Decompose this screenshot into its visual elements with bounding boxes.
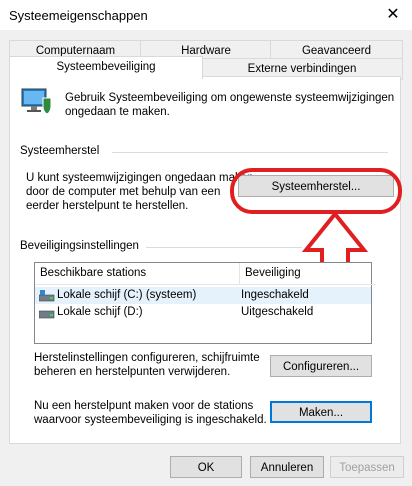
create-text-line2: waarvoor systeembeveiliging is ingeschak… bbox=[34, 414, 267, 426]
cancel-button[interactable]: Annuleren bbox=[250, 456, 324, 478]
protection-group-title: Beveiligingsinstellingen bbox=[20, 240, 139, 252]
table-row[interactable]: Lokale schijf (D:) Uitgeschakeld bbox=[35, 304, 371, 321]
tab-systeembeveiliging[interactable]: Systeembeveiliging bbox=[9, 56, 203, 79]
window-title: Systeemeigenschappen bbox=[9, 8, 148, 23]
column-header-protection[interactable]: Beveiliging bbox=[240, 263, 376, 285]
column-header-drives[interactable]: Beschikbare stations bbox=[35, 263, 240, 285]
restore-text-line2: door de computer met behulp van een bbox=[26, 186, 221, 198]
create-button[interactable]: Maken... bbox=[270, 401, 372, 423]
restore-group-title: Systeemherstel bbox=[20, 145, 100, 157]
restore-text-line3: eerder herstelpunt te herstellen. bbox=[26, 200, 189, 212]
drive-icon bbox=[39, 310, 55, 319]
intro-text-line1: Gebruik Systeembeveiliging om ongewenste… bbox=[65, 92, 395, 104]
close-icon[interactable]: ✕ bbox=[382, 4, 404, 26]
create-text-line1: Nu een herstelpunt maken voor de station… bbox=[34, 400, 254, 412]
protection-status: Ingeschakeld bbox=[241, 289, 309, 301]
system-drive-icon bbox=[39, 290, 55, 302]
system-protection-icon bbox=[21, 88, 52, 115]
drive-name: Lokale schijf (C:) (systeem) bbox=[57, 289, 197, 301]
table-row[interactable]: Lokale schijf (C:) (systeem) Ingeschakel… bbox=[35, 287, 371, 304]
configure-text-line2: beheren en herstelpunten verwijderen. bbox=[34, 366, 231, 378]
divider bbox=[112, 152, 388, 153]
system-restore-button[interactable]: Systeemherstel... bbox=[238, 175, 394, 197]
configure-text-line1: Herstelinstellingen configureren, schijf… bbox=[34, 352, 260, 364]
protection-status: Uitgeschakeld bbox=[241, 306, 314, 318]
configure-button[interactable]: Configureren... bbox=[270, 355, 372, 377]
apply-button: Toepassen bbox=[330, 456, 404, 478]
ok-button[interactable]: OK bbox=[170, 456, 242, 478]
drives-table[interactable]: Beschikbare stations Beveiliging Lokale … bbox=[34, 262, 376, 344]
restore-text-line1: U kunt systeemwijzigingen ongedaan maken bbox=[26, 172, 254, 184]
divider bbox=[146, 247, 302, 248]
drive-name: Lokale schijf (D:) bbox=[57, 306, 143, 318]
intro-text-line2: ongedaan te maken. bbox=[65, 106, 170, 118]
